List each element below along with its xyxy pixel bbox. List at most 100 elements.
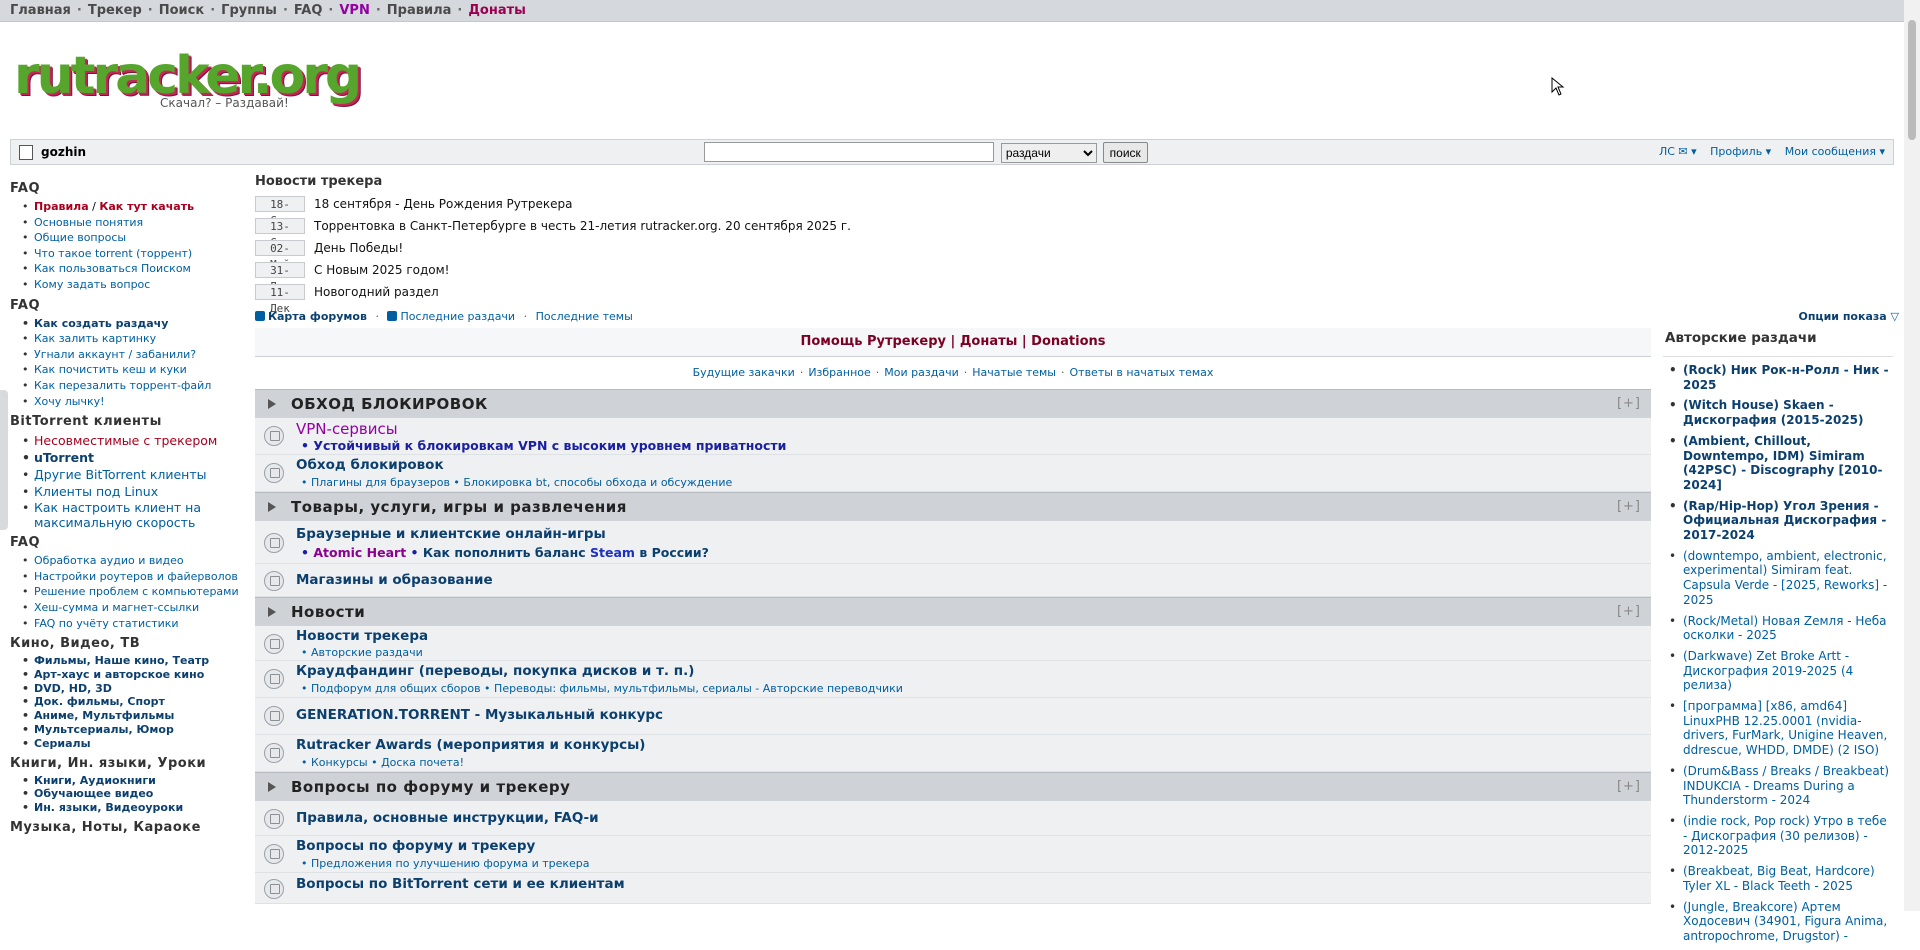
news-link[interactable]: 18 сентября - День Рождения Рутрекера — [314, 197, 572, 211]
news-link[interactable]: Торрентовка в Санкт-Петербурге в честь 2… — [314, 219, 851, 233]
display-options-toggle[interactable]: Опции показа ▽ — [1798, 310, 1899, 323]
nav-search[interactable]: Поиск — [159, 3, 204, 18]
quick-link[interactable]: Избранное — [808, 366, 870, 379]
forum-title[interactable]: Вопросы по BitTorrent сети и ее клиентам — [296, 876, 625, 892]
subforum-link[interactable]: Авторские раздачи — [311, 646, 423, 659]
sidebar-item[interactable]: Аниме, Мультфильмы — [22, 709, 245, 723]
nav-faq[interactable]: FAQ — [294, 3, 323, 18]
subforum-link[interactable]: Конкурсы • Доска почета! — [311, 756, 464, 769]
sidebar-item[interactable]: Ин. языки, Видеоуроки — [22, 801, 245, 815]
sidebar-item[interactable]: Что такое torrent (торрент) — [22, 246, 245, 262]
pm-link[interactable]: ЛС ✉ ▾ — [1659, 145, 1697, 158]
sidebar-item[interactable]: Хеш-сумма и магнет-ссылки — [22, 600, 245, 616]
sidebar-item[interactable]: Мультсериалы, Юмор — [22, 723, 245, 737]
profile-menu[interactable]: Профиль ▾ — [1710, 145, 1771, 158]
subforum-link[interactable]: Плагины для браузеров • Блокировка bt, с… — [311, 476, 732, 489]
forum-title[interactable]: Краудфандинг (переводы, покупка дисков и… — [296, 663, 694, 679]
nav-home[interactable]: Главная — [10, 3, 71, 18]
sidebar-item[interactable]: Кому задать вопрос — [22, 277, 245, 293]
release-link[interactable]: (Ambient, Chillout, Downtempo, IDM) Simi… — [1669, 434, 1893, 493]
search-input[interactable] — [704, 142, 994, 162]
sidebar-item[interactable]: Арт-хаус и авторское кино — [22, 668, 245, 682]
latest-topics-link[interactable]: Последние темы — [536, 310, 633, 323]
sidebar-item[interactable]: Сериалы — [22, 737, 245, 751]
expand-button[interactable]: [+] — [1617, 779, 1641, 794]
rules-link[interactable]: Правила — [34, 200, 89, 213]
subforum-link[interactable]: Подфорум для общих сборов • Переводы: фи… — [311, 682, 903, 695]
release-link[interactable]: (Witch House) Skaen - Дискография (2015-… — [1669, 398, 1893, 427]
forum-title[interactable]: Магазины и образование — [296, 572, 493, 588]
release-link[interactable]: (Rap/Hip-Hop) Угол Зрения - Официальная … — [1669, 499, 1893, 543]
sidebar-item[interactable]: Как почистить кеш и куки — [22, 362, 245, 378]
forum-title[interactable]: VPN-сервисы — [296, 420, 398, 438]
category-header[interactable]: Вопросы по форуму и трекеру [+] — [255, 772, 1651, 801]
sidebar-item[interactable]: DVD, HD, 3D — [22, 682, 245, 696]
news-link[interactable]: День Победы! — [314, 241, 403, 255]
release-link[interactable]: (Darkwave) Zet Broke Artt - Дискография … — [1669, 649, 1893, 693]
sidebar-item[interactable]: Фильмы, Наше кино, Театр — [22, 654, 245, 668]
sidebar-item[interactable]: Док. фильмы, Спорт — [22, 695, 245, 709]
release-link[interactable]: (Breakbeat, Big Beat, Hardcore) Tyler XL… — [1669, 864, 1893, 893]
subforum-link[interactable]: Предложения по улучшению форума и трекер… — [311, 857, 590, 870]
sidebar-item[interactable]: Клиенты под Linux — [22, 483, 245, 500]
release-link[interactable]: (Rock/Metal) Новая Zемля - Неба осколки … — [1669, 614, 1893, 643]
sidebar-item[interactable]: Как пользоваться Поиском — [22, 261, 245, 277]
sidebar-item[interactable]: Угнали аккаунт / забанили? — [22, 347, 245, 363]
sidebar-item[interactable]: FAQ по учёту статистики — [22, 616, 245, 632]
sidebar-item[interactable]: Другие BitTorrent клиенты — [22, 466, 245, 483]
my-messages-menu[interactable]: Мои сообщения ▾ — [1785, 145, 1885, 158]
sidebar-item[interactable]: Общие вопросы — [22, 230, 245, 246]
nav-groups[interactable]: Группы — [221, 3, 277, 18]
forum-title[interactable]: Браузерные и клиентские онлайн-игры — [296, 526, 606, 542]
release-link[interactable]: (downtempo, ambient, electronic, experim… — [1669, 549, 1893, 608]
vertical-scrollbar[interactable] — [1904, 0, 1920, 911]
forum-title[interactable]: Обход блокировок — [296, 457, 444, 473]
search-button[interactable]: поиск — [1102, 142, 1148, 163]
help-bar[interactable]: Помощь Рутрекеру | Донаты | Donations — [255, 328, 1651, 357]
release-link[interactable]: (Drum&Bass / Breaks / Breakbeat) INDUKCI… — [1669, 764, 1893, 808]
nav-vpn[interactable]: VPN — [339, 3, 369, 18]
forum-title[interactable]: Новости трекера — [296, 628, 428, 644]
sidebar-item[interactable]: uTorrent — [22, 449, 245, 466]
release-link[interactable]: (Jungle, Breakcore) Артем Ходосевич (349… — [1669, 900, 1893, 944]
expand-button[interactable]: [+] — [1617, 604, 1641, 619]
expand-button[interactable]: [+] — [1617, 499, 1641, 514]
subforum-link[interactable]: Atomic Heart — [313, 545, 406, 560]
release-link[interactable]: (indie rock, Pop rock) Утро в тебе - Дис… — [1669, 814, 1893, 858]
quick-link[interactable]: Ответы в начатых темах — [1070, 366, 1214, 379]
sidebar-item[interactable]: Настройки роутеров и файерволов — [22, 569, 245, 585]
sidebar-item[interactable]: Обработка аудио и видео — [22, 553, 245, 569]
sidebar-item[interactable]: Обучающее видео — [22, 787, 245, 801]
forum-title[interactable]: Правила, основные инструкции, FAQ-и — [296, 810, 599, 826]
sidebar-item[interactable]: Основные понятия — [22, 215, 245, 231]
category-header[interactable]: Новости [+] — [255, 597, 1651, 626]
scrollbar-thumb[interactable] — [1908, 20, 1916, 140]
sidebar-item[interactable]: Как настроить клиент на максимальную ско… — [22, 500, 245, 530]
sidebar-item[interactable]: Как залить картинку — [22, 331, 245, 347]
expand-button[interactable]: [+] — [1617, 396, 1641, 411]
forum-map-link[interactable]: Карта форумов — [268, 310, 367, 323]
quick-link[interactable]: Будущие закачки — [693, 366, 795, 379]
category-header[interactable]: Товары, услуги, игры и развлечения [+] — [255, 492, 1651, 521]
nav-donations[interactable]: Донаты — [468, 3, 526, 18]
sidebar-item[interactable]: Решение проблем с компьютерами — [22, 584, 245, 600]
incompatible-clients-link[interactable]: Несовместимые с трекером — [34, 433, 217, 448]
username[interactable]: gozhin — [41, 145, 86, 159]
search-scope-select[interactable]: раздачи — [1000, 142, 1097, 163]
nav-tracker[interactable]: Трекер — [88, 3, 142, 18]
sidebar-item[interactable]: Хочу лычку! — [22, 394, 245, 410]
site-logo[interactable]: rutracker.org Скачал? – Раздавай! — [14, 48, 362, 114]
logout-icon[interactable] — [19, 145, 33, 160]
how-start-link[interactable]: Как тут качать — [99, 200, 194, 213]
quick-link[interactable]: Мои раздачи — [884, 366, 958, 379]
forum-title[interactable]: GENERATION.TORRENT - Музыкальный конкурс — [296, 707, 663, 723]
forum-title[interactable]: Rutracker Awards (мероприятия и конкурсы… — [296, 737, 645, 753]
release-link[interactable]: (Rock) Ник Рок-н-Ролл - Ник - 2025 — [1669, 363, 1893, 392]
news-link[interactable]: Новогодний раздел — [314, 285, 439, 299]
sidebar-item[interactable]: Как перезалить торрент-файл — [22, 378, 245, 394]
nav-rules[interactable]: Правила — [387, 3, 452, 18]
release-link[interactable]: [программа] [x86, amd64] LinuxPHB 12.25.… — [1669, 699, 1893, 758]
left-edge-tab[interactable] — [0, 390, 8, 530]
news-link[interactable]: С Новым 2025 годом! — [314, 263, 449, 277]
sidebar-item[interactable]: Как создать раздачу — [22, 316, 245, 332]
